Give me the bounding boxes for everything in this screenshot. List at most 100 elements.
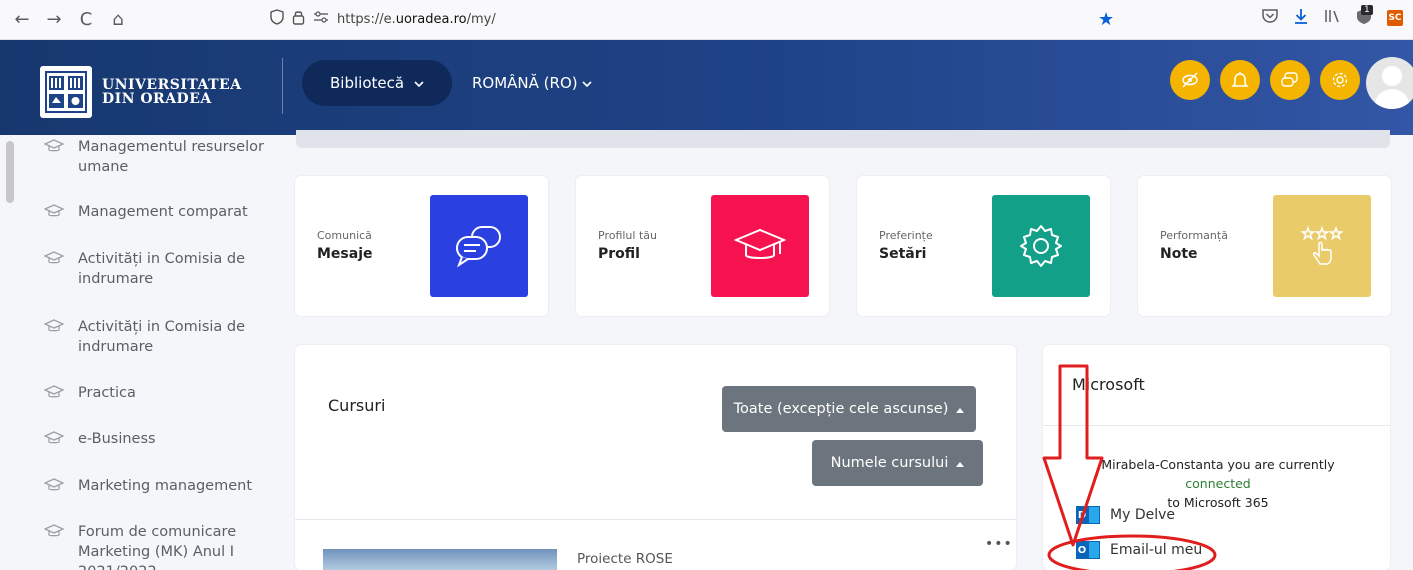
sidebar-item-label: Practica [78,385,136,401]
extension-icon[interactable]: 1 [1355,5,1373,29]
connection-status: Mirabela-Constanta you are currently con… [1068,455,1368,512]
course-menu-icon[interactable]: ••• [985,536,1013,552]
course-sort-label: Numele cursului [830,455,949,471]
logo-text: UNIVERSITATEA DIN ORADEA [102,78,242,106]
my-email-link[interactable]: O Email-ul meu [1076,541,1202,559]
sidebar-item-course[interactable]: Activități in Comisia de indrumare [43,317,264,357]
sidebar-item-course[interactable]: Management comparat [43,202,264,224]
course-thumbnail[interactable] [323,549,557,570]
sidebar-item-course[interactable]: Practica [43,383,264,405]
graduation-cap-icon [43,318,66,357]
settings-icon[interactable] [1320,60,1360,100]
extension-badge[interactable]: SC [1387,10,1403,26]
card-title: Profil [598,246,640,262]
home-icon[interactable]: ⌂ [104,6,132,34]
stars-hand-icon[interactable] [1273,195,1371,297]
avatar-body [1374,89,1410,109]
sidebar-item-label: Marketing management [78,478,253,494]
library-dropdown-button[interactable]: Bibliotecă [302,60,453,106]
outlook-icon-letter: O [1076,541,1088,559]
gear-icon[interactable] [992,195,1090,297]
card-title: Setări [879,246,927,262]
outlook-icon: O [1076,541,1100,559]
url-text[interactable]: https://e.uoradea.ro/my/ [337,12,496,27]
site-header: UNIVERSITATEA DIN ORADEA Bibliotecă ROMÂ… [0,40,1413,135]
pocket-icon[interactable] [1261,8,1279,28]
permissions-icon[interactable] [313,11,329,27]
browser-toolbar: ← → C ⌂ https://e.uoradea.ro/my/ ★ 1 SC [0,0,1413,40]
download-icon[interactable] [1293,7,1309,29]
card-subtitle: Preferințe [879,229,933,242]
graduation-cap-icon [43,430,66,451]
messages-card[interactable]: Comunică Mesaje [295,176,548,316]
library-icon[interactable] [1323,8,1341,28]
graduation-cap-icon [43,250,66,289]
address-bar[interactable]: https://e.uoradea.ro/my/ [260,4,1130,34]
eye-off-icon[interactable] [1170,60,1210,100]
delve-icon: D [1076,506,1100,524]
user-avatar[interactable] [1366,57,1413,109]
graduation-cap-icon [43,384,66,405]
sidebar-item-label: Forum de comunicare Marketing (MK) Anul … [78,524,237,570]
status-connected: connected [1185,476,1251,491]
sidebar-item-course[interactable]: Forum de comunicare Marketing (MK) Anul … [43,522,264,570]
sidebar-item-label: Activități in Comisia de indrumare [78,251,246,287]
graduation-cap-icon [43,138,66,177]
status-prefix: Mirabela-Constanta you are currently [1101,457,1335,472]
url-prefix: https://e. [337,11,396,27]
microsoft-panel: Microsoft Mirabela-Constanta you are cur… [1043,345,1390,570]
chat-icon[interactable] [430,195,528,297]
caret-up-icon [956,401,965,417]
courses-panel: Cursuri Toate (excepție cele ascunse) Nu… [295,345,1016,570]
course-sort-button[interactable]: Numele cursului [812,440,983,486]
profile-card[interactable]: Profilul tău Profil [576,176,829,316]
bell-icon[interactable] [1220,60,1260,100]
sidebar-item-label: Management comparat [78,204,248,220]
logo-emblem-icon [40,66,92,118]
grades-card[interactable]: Performanță Note [1138,176,1391,316]
sidebar-item-label: Activități in Comisia de indrumare [78,319,246,355]
caret-up-icon [956,455,965,471]
course-filter-label: Toate (excepție cele ascunse) [733,401,949,417]
my-delve-link[interactable]: D My Delve [1076,506,1175,524]
toolbar-extensions: 1 SC [1261,5,1403,29]
reload-icon[interactable]: C [72,6,100,34]
language-label: ROMÂNĂ (RO) [472,74,578,92]
courses-divider [295,519,1016,520]
course-filter-button[interactable]: Toate (excepție cele ascunse) [722,386,976,432]
shield-icon[interactable] [270,9,284,29]
graduation-cap-icon [43,477,66,498]
extension-count: 1 [1361,5,1373,15]
messages-icon[interactable] [1270,60,1310,100]
course-name[interactable]: Proiecte ROSE [577,551,673,567]
graduation-cap-icon[interactable] [711,195,809,297]
card-subtitle: Performanță [1160,229,1228,242]
sidebar-scrollbar[interactable] [6,141,14,203]
university-logo[interactable]: UNIVERSITATEA DIN ORADEA [40,66,242,118]
bookmark-star-icon[interactable]: ★ [1098,9,1114,30]
header-icon-group [1170,60,1360,100]
delve-icon-letter: D [1076,506,1088,524]
lock-icon[interactable] [292,9,305,29]
card-subtitle: Profilul tău [598,229,657,242]
settings-card[interactable]: Preferințe Setări [857,176,1110,316]
top-strip [296,130,1390,148]
chevron-down-icon [414,74,424,92]
sidebar-item-course[interactable]: Managementul resurselor umane [43,137,264,177]
avatar-head [1382,66,1402,86]
card-title: Mesaje [317,246,373,262]
url-domain: uoradea.ro [395,11,467,27]
back-icon[interactable]: ← [8,6,36,34]
language-dropdown[interactable]: ROMÂNĂ (RO) [472,74,592,92]
url-path: /my/ [466,11,496,27]
my-email-label: Email-ul meu [1110,542,1203,558]
graduation-cap-icon [43,523,66,570]
sidebar-item-course[interactable]: Marketing management [43,476,264,498]
sidebar-item-label: Managementul resurselor umane [78,139,264,175]
sidebar-item-course[interactable]: Activități in Comisia de indrumare [43,249,264,289]
microsoft-title: Microsoft [1072,375,1145,394]
microsoft-divider [1043,425,1390,426]
sidebar-item-course[interactable]: e-Business [43,429,264,451]
forward-icon[interactable]: → [40,6,68,34]
courses-title: Cursuri [328,396,386,415]
